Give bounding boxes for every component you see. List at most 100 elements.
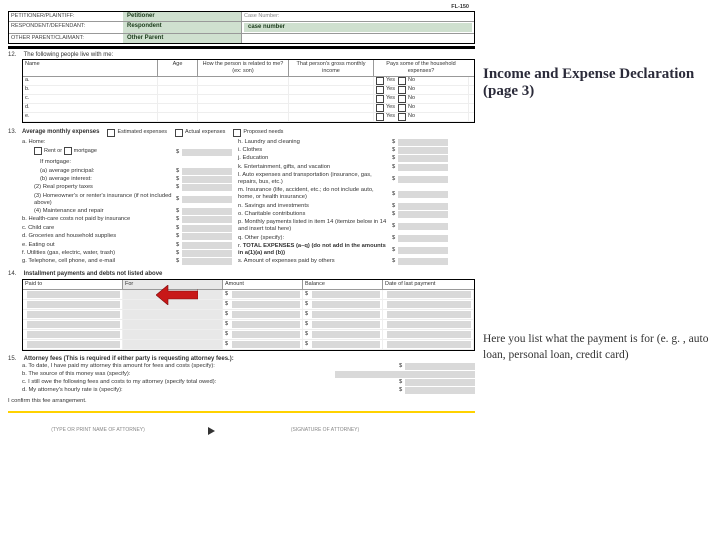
fee-field[interactable] (405, 379, 475, 386)
amount-field[interactable] (398, 258, 448, 265)
sec13-title: Average monthly expenses (22, 129, 99, 137)
pays-yes[interactable]: Yes (376, 95, 395, 103)
expense-row: m. Insurance (life, accident, etc.; do n… (238, 187, 448, 201)
section-12: 12. The following people live with me: N… (8, 52, 475, 122)
expense-row: (3) Homeowner's or renter's insurance (i… (22, 193, 232, 207)
form-code: FL-150 (8, 4, 475, 11)
attorney-fee-row: a. To date, I have paid my attorney this… (22, 363, 475, 370)
amount-field[interactable] (182, 149, 232, 156)
opt-proposed[interactable]: Proposed needs (233, 129, 283, 137)
annotation-panel: Income and Expense Declaration (page 3) … (481, 0, 720, 435)
debts-table: Paid to For Amount Balance Date of last … (22, 279, 475, 351)
pays-no[interactable]: No (398, 77, 415, 85)
pays-no[interactable]: No (398, 113, 415, 121)
col-lastpay: Date of last payment (383, 280, 473, 289)
amount-field[interactable] (182, 196, 232, 203)
amount-field[interactable] (182, 208, 232, 215)
amount-field[interactable] (182, 176, 232, 183)
amount-field[interactable] (398, 223, 448, 230)
amount-field[interactable] (182, 216, 232, 223)
sec13-num: 13. (8, 129, 22, 267)
for-cell[interactable] (123, 330, 223, 339)
sec15-num: 15. (8, 356, 22, 363)
pays-yes[interactable]: Yes (376, 113, 395, 121)
form-page: FL-150 PETITIONER/PLAINTIFF: Petitioner … (0, 0, 481, 435)
amount-field[interactable] (398, 155, 448, 162)
col-name: Name (23, 60, 158, 75)
amount-field[interactable] (182, 184, 232, 191)
for-cell[interactable] (123, 310, 223, 319)
amount-field[interactable] (182, 233, 232, 240)
petitioner-value[interactable]: Petitioner (123, 12, 241, 21)
sec12-title: The following people live with me: (24, 52, 114, 58)
debt-row (23, 330, 474, 340)
col-relation: How the person is related to me? (ex: so… (198, 60, 289, 75)
household-table: Name Age How the person is related to me… (22, 59, 475, 122)
debt-row (23, 320, 474, 330)
section-14: 14. Installment payments and debts not l… (8, 271, 475, 351)
amount-field[interactable] (398, 147, 448, 154)
divider (8, 46, 475, 49)
expense-row: o. Charitable contributions$ (238, 211, 448, 218)
sec14-num: 14. (8, 271, 22, 278)
amount-field[interactable] (182, 242, 232, 249)
for-cell[interactable] (123, 320, 223, 329)
amount-field[interactable] (398, 235, 448, 242)
fee-field[interactable] (405, 363, 475, 370)
col-amount: Amount (223, 280, 303, 289)
amount-field[interactable] (398, 139, 448, 146)
opt-actual[interactable]: Actual expenses (175, 129, 225, 137)
sec15-title: Attorney fees (This is required if eithe… (24, 356, 234, 362)
case-number-value[interactable]: case number (244, 23, 472, 32)
amount-field[interactable] (182, 168, 232, 175)
expense-row: r. TOTAL EXPENSES (a–q) (do not add in t… (238, 243, 448, 257)
expense-row: s. Amount of expenses paid by others$ (238, 258, 448, 265)
amount-field[interactable] (182, 258, 232, 265)
pays-yes[interactable]: Yes (376, 86, 395, 94)
for-cell[interactable] (123, 340, 223, 349)
pays-no[interactable]: No (398, 86, 415, 94)
household-row: c.YesNo (23, 95, 474, 104)
pays-yes[interactable]: Yes (376, 77, 395, 85)
attorney-fee-row: d. My attorney's hourly rate is (specify… (22, 387, 475, 394)
pays-no[interactable]: No (398, 95, 415, 103)
attorney-fee-row: c. I still owe the following fees and co… (22, 379, 475, 386)
opt-estimated[interactable]: Estimated expenses (107, 129, 167, 137)
slide-caption: Here you list what the payment is for (e… (483, 332, 720, 363)
fee-field[interactable] (405, 387, 475, 394)
amount-field[interactable] (398, 191, 448, 198)
expense-row: (b) average interest:$ (22, 176, 232, 183)
pays-yes[interactable]: Yes (376, 104, 395, 112)
play-icon (208, 427, 215, 435)
source-field[interactable] (335, 371, 475, 378)
respondent-label: RESPONDENT/DEFENDANT: (9, 22, 123, 33)
yellow-highlight (8, 411, 475, 413)
section-15: 15. Attorney fees (This is required if e… (8, 356, 475, 405)
debt-row (23, 340, 474, 350)
sig-print-name: (TYPE OR PRINT NAME OF ATTORNEY) (8, 427, 188, 435)
household-row: d.YesNo (23, 104, 474, 113)
section-13: 13. Average monthly expenses Estimated e… (8, 129, 475, 267)
pays-no[interactable]: No (398, 104, 415, 112)
expense-row: (a) average principal:$ (22, 168, 232, 175)
petitioner-label: PETITIONER/PLAINTIFF: (9, 12, 123, 21)
case-header: PETITIONER/PLAINTIFF: Petitioner Case Nu… (8, 11, 475, 45)
amount-field[interactable] (398, 176, 448, 183)
expense-row: f. Utilities (gas, electric, water, tras… (22, 250, 232, 257)
respondent-value[interactable]: Respondent (123, 22, 241, 33)
expense-row: g. Telephone, cell phone, and e-mail$ (22, 258, 232, 265)
household-row: a.YesNo (23, 77, 474, 86)
amount-field[interactable] (398, 164, 448, 171)
other-parent-value[interactable]: Other Parent (123, 34, 241, 43)
highlight-arrow-icon (156, 285, 198, 308)
amount-field[interactable] (398, 203, 448, 210)
attorney-fee-row: b. The source of this money was (specify… (22, 371, 475, 378)
expense-row: i. Clothes$ (238, 147, 448, 154)
amount-field[interactable] (182, 250, 232, 257)
amount-field[interactable] (398, 211, 448, 218)
sig-signature: (SIGNATURE OF ATTORNEY) (235, 427, 415, 435)
amount-field[interactable] (182, 225, 232, 232)
col-income: That person's gross monthly income (289, 60, 374, 75)
amount-field[interactable] (398, 247, 448, 254)
signature-row: (TYPE OR PRINT NAME OF ATTORNEY) (SIGNAT… (8, 427, 475, 435)
